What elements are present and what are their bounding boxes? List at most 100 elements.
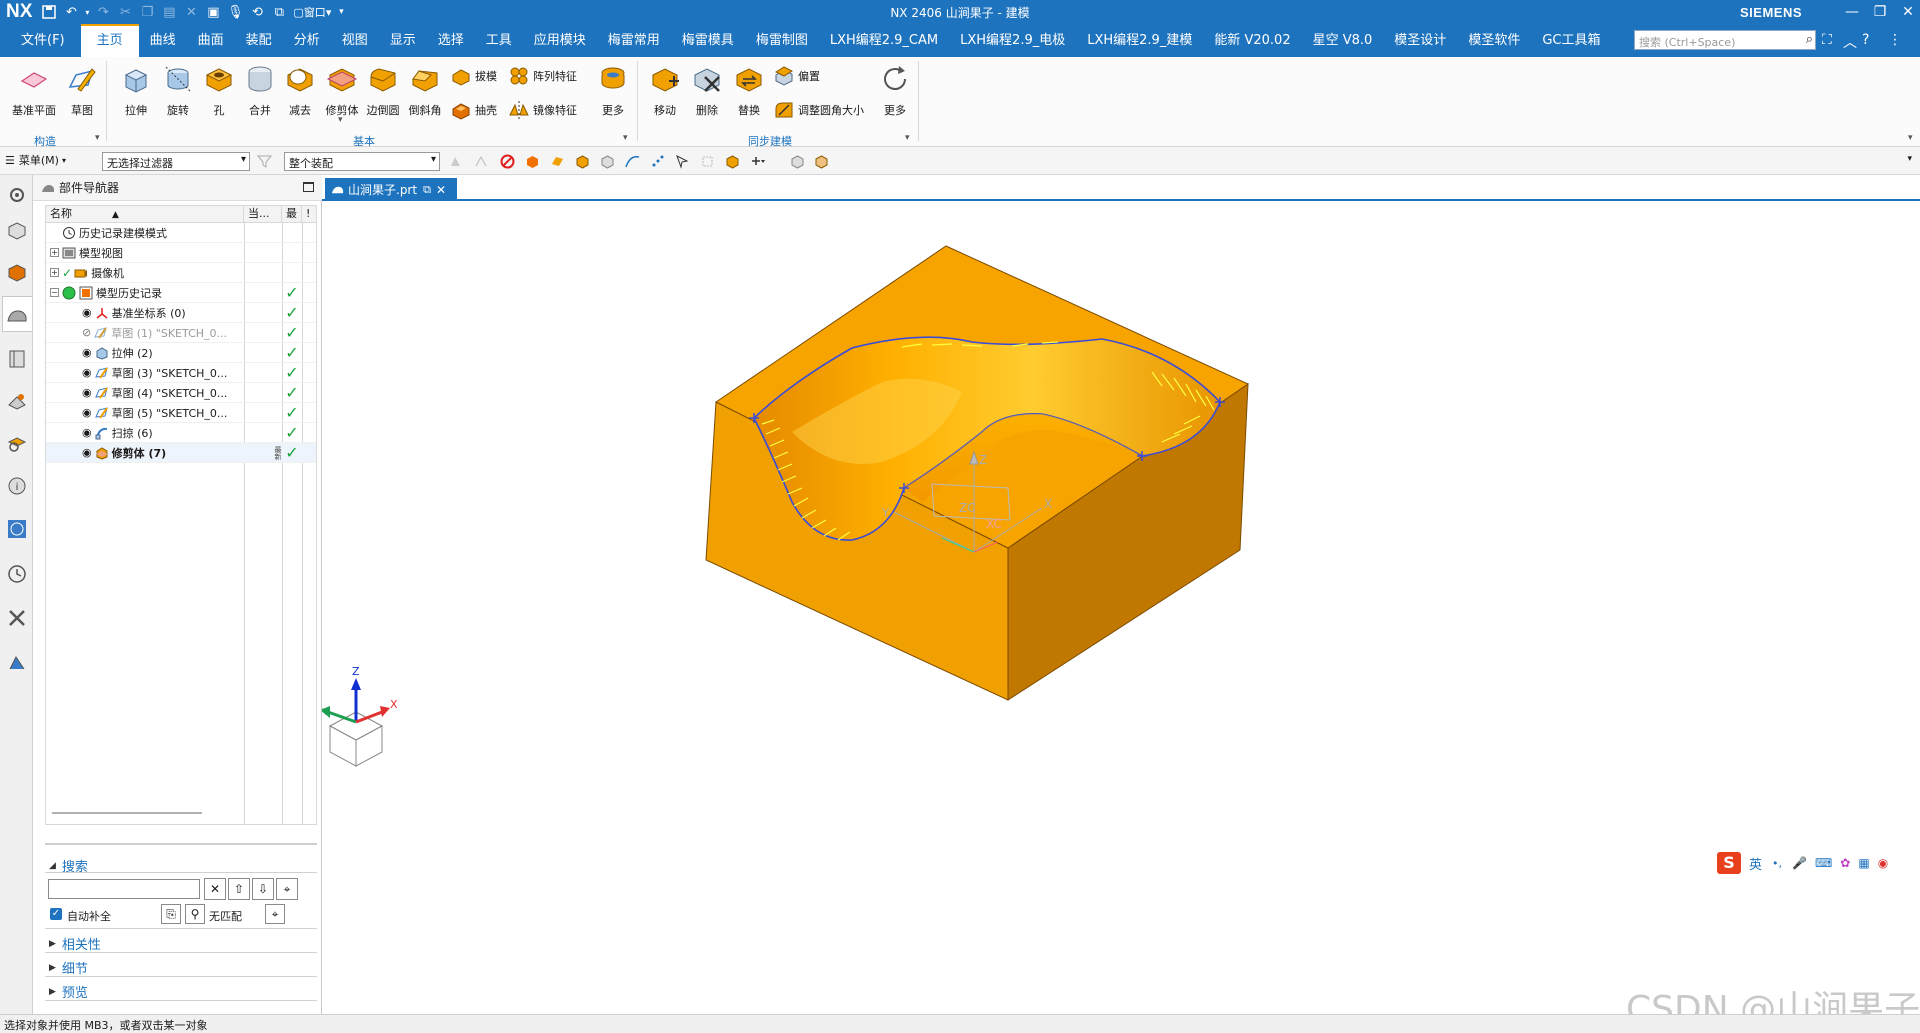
menu-select[interactable]: 选择: [427, 24, 475, 57]
restore-button[interactable]: ❐: [1866, 0, 1894, 24]
globe-icon[interactable]: [6, 518, 28, 540]
avatar-icon[interactable]: ◉: [1878, 856, 1888, 870]
horizontal-scrollbar[interactable]: [52, 812, 202, 814]
search-filter-button[interactable]: ⚲: [185, 904, 205, 924]
tree-row-sketch-3[interactable]: ◉ 草图 (3) "SKETCH_0... ✓: [46, 363, 316, 383]
menu-analysis[interactable]: 分析: [283, 24, 331, 57]
switch-window-icon[interactable]: ⧉: [268, 2, 290, 22]
delete-face-button[interactable]: 删除: [686, 63, 728, 118]
ribbon-options-icon[interactable]: ⋮: [1888, 32, 1902, 48]
lasso-icon[interactable]: [700, 154, 715, 169]
eye-icon[interactable]: ◉: [82, 346, 92, 359]
eye-hidden-icon[interactable]: ⊘: [82, 326, 91, 339]
eye-icon[interactable]: ◉: [82, 386, 92, 399]
menu-assembly[interactable]: 装配: [235, 24, 283, 57]
tree-row-model-history[interactable]: − 模型历史记录 ✓: [46, 283, 316, 303]
resize-blend-button[interactable]: 调整圆角大小: [773, 99, 864, 121]
pattern-feature-button[interactable]: 阵列特征: [508, 65, 577, 87]
undo-dropdown-icon[interactable]: ▾: [82, 2, 92, 22]
construct-group-expand-icon[interactable]: ▾: [95, 133, 100, 143]
panel-splitter[interactable]: [45, 843, 317, 845]
basic-more-button[interactable]: 更多: [594, 63, 632, 118]
tree-row-sketch-5[interactable]: ◉ 草图 (5) "SKETCH_0... ✓: [46, 403, 316, 423]
menu-applications[interactable]: 应用模块: [523, 24, 597, 57]
menu-meilei-drafting[interactable]: 梅雷制图: [745, 24, 819, 57]
datum-plane-button[interactable]: 基准平面: [8, 63, 60, 118]
menu-xingkong[interactable]: 星空 V8.0: [1302, 24, 1384, 57]
point-filter-icon[interactable]: [650, 154, 665, 169]
paste-icon[interactable]: ▤: [158, 2, 180, 22]
selbar-overflow-icon[interactable]: ▾: [1907, 154, 1912, 164]
dependencies-section-header[interactable]: ▶ 相关性: [45, 934, 317, 953]
save-icon[interactable]: [38, 2, 60, 22]
filter-icon[interactable]: [257, 154, 272, 169]
web-browser-icon[interactable]: [6, 433, 28, 455]
component-select-icon[interactable]: [725, 154, 740, 169]
deselect-all-icon[interactable]: [500, 154, 515, 169]
expand-toggle[interactable]: +: [50, 268, 59, 277]
column-current-header[interactable]: 当...: [244, 206, 282, 222]
tree-row-sketch-1[interactable]: ⊘ 草图 (1) "SKETCH_0... ✓: [46, 323, 316, 343]
reuse-library-icon[interactable]: [6, 348, 28, 370]
trim-body-dropdown-icon[interactable]: ▾: [338, 115, 343, 125]
touch-mode-icon[interactable]: ▣: [202, 2, 224, 22]
menu-meilei-common[interactable]: 梅雷常用: [597, 24, 671, 57]
menu-meilei-mold[interactable]: 梅雷模具: [671, 24, 745, 57]
tree-row-trim-body-7[interactable]: ◉ 修剪体 (7) 最新 ✓: [46, 443, 316, 463]
search-settings-button[interactable]: ⌖: [265, 904, 285, 924]
menu-gc-toolbox[interactable]: GC工具箱: [1531, 24, 1611, 57]
graphics-window[interactable]: Z ZC XC Y X Z Y X: [315, 202, 1920, 1014]
curve-filter-icon[interactable]: [625, 154, 640, 169]
details-section-header[interactable]: ▶ 细节: [45, 958, 317, 977]
model-viewport[interactable]: Z ZC XC Y X Z Y X: [315, 202, 1920, 1014]
extrude-button[interactable]: 拉伸: [116, 63, 156, 118]
tab-float-icon[interactable]: ⧉: [423, 183, 431, 197]
minimize-button[interactable]: —: [1838, 0, 1866, 24]
part-navigator-icon[interactable]: [6, 305, 28, 327]
collapse-ribbon-icon[interactable]: ︿: [1843, 32, 1857, 52]
search-options-button[interactable]: ⌖: [276, 878, 298, 900]
roles-icon[interactable]: [6, 651, 28, 673]
tree-row-sweep-6[interactable]: ◉ 扫掠 (6) ✓: [46, 423, 316, 443]
snap-dropdown-icon[interactable]: [750, 154, 765, 169]
move-face-button[interactable]: 移动: [644, 63, 686, 118]
document-tab[interactable]: 山涧果子.prt ⧉ ✕: [325, 178, 457, 201]
menu-nengxin[interactable]: 能新 V20.02: [1203, 24, 1301, 57]
delete-icon[interactable]: ✕: [180, 2, 202, 22]
selection-scope-select[interactable]: 整个装配 ▾: [284, 152, 440, 171]
replace-face-button[interactable]: 替换: [728, 63, 770, 118]
sync-more-button[interactable]: 更多: [876, 63, 914, 118]
column-latest-header[interactable]: 最: [282, 206, 302, 222]
microphone-icon[interactable]: 🎙: [224, 2, 246, 22]
tree-row-cameras[interactable]: + ✓ 摄像机: [46, 263, 316, 283]
toolbox-icon[interactable]: ▦: [1858, 856, 1869, 870]
mirror-feature-button[interactable]: 镜像特征: [508, 99, 577, 121]
autocomplete-checkbox[interactable]: ✓: [50, 908, 62, 920]
search-next-button[interactable]: ⇩: [252, 878, 274, 900]
history-clock-icon[interactable]: [6, 563, 28, 585]
shell-button[interactable]: 抽壳: [450, 99, 497, 121]
column-name-header[interactable]: 名称 ▲: [46, 206, 244, 222]
snap-point-icon[interactable]: [675, 154, 690, 169]
column-warning-header[interactable]: !: [302, 206, 316, 222]
menu-file[interactable]: 文件(F): [5, 24, 81, 57]
sheet-body-icon[interactable]: [600, 154, 615, 169]
sogou-logo-icon[interactable]: S: [1717, 852, 1741, 874]
info-icon[interactable]: i: [6, 475, 28, 497]
tree-row-extrude-2[interactable]: ◉ 拉伸 (2) ✓: [46, 343, 316, 363]
microphone-icon[interactable]: 🎤: [1792, 856, 1807, 870]
expand-toggle[interactable]: +: [50, 248, 59, 257]
tools-icon[interactable]: [6, 607, 28, 629]
keyboard-icon[interactable]: ⌨: [1815, 856, 1832, 870]
eye-icon[interactable]: ◉: [82, 446, 92, 459]
customize-qat-icon[interactable]: ▾: [334, 2, 348, 22]
select-all-icon[interactable]: [448, 154, 463, 169]
draft-button[interactable]: 拔模: [450, 65, 497, 87]
navigator-search-input[interactable]: [48, 879, 200, 899]
chamfer-button[interactable]: 倒斜角: [404, 63, 446, 118]
menu-home-tab[interactable]: 主页: [80, 24, 139, 57]
clear-search-button[interactable]: ✕: [204, 878, 226, 900]
offset-region-button[interactable]: 偏置: [773, 65, 820, 87]
eye-icon[interactable]: ◉: [82, 366, 92, 379]
menu-view[interactable]: 视图: [331, 24, 379, 57]
